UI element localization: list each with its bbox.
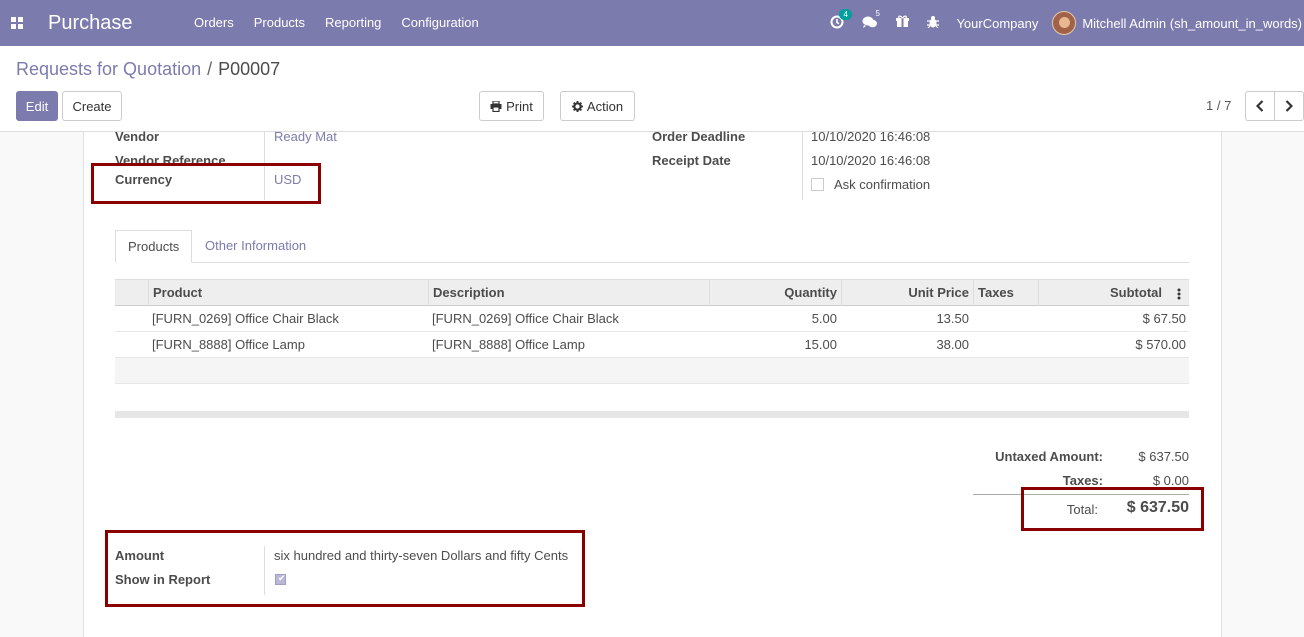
row-unit-price: 38.00 (936, 337, 969, 352)
field-divider (802, 132, 803, 200)
menu-reporting[interactable]: Reporting (315, 0, 391, 46)
taxes-label: Taxes: (1062, 473, 1103, 488)
gear-icon (571, 100, 583, 112)
row-subtotal: $ 67.50 (1142, 311, 1186, 326)
systray: 4 5 YourCompany Mitchell Admin (sh_amoun… (821, 0, 1304, 46)
apps-menu-icon[interactable] (0, 0, 34, 46)
order-deadline-label: Order Deadline (652, 129, 746, 144)
row-subtotal: $ 570.00 (1135, 337, 1186, 352)
row-quantity: 15.00 (804, 337, 837, 352)
debug-bug-icon[interactable] (927, 15, 940, 31)
ask-confirmation-checkbox[interactable] (811, 178, 824, 191)
table-row[interactable]: [FURN_8888] Office Lamp [FURN_8888] Offi… (115, 332, 1189, 358)
pager-previous-button[interactable] (1245, 91, 1275, 121)
message-count-badge: 5 (875, 8, 880, 18)
control-panel: Requests for Quotation / P00007 Edit Creat… (0, 46, 1304, 132)
tab-products[interactable]: Products (115, 230, 193, 263)
notebook-tabs: Products Other Information (115, 230, 1189, 263)
activity-count-badge: 4 (839, 8, 852, 20)
print-icon (490, 100, 502, 112)
breadcrumb: Requests for Quotation / P00007 (16, 59, 280, 80)
create-button[interactable]: Create (62, 91, 122, 121)
row-description: [FURN_0269] Office Chair Black (432, 311, 619, 326)
row-unit-price: 13.50 (936, 311, 969, 326)
pager-next-button[interactable] (1274, 91, 1304, 121)
action-button[interactable]: Action (560, 91, 635, 121)
action-label: Action (586, 98, 624, 114)
untaxed-amount-value: $ 637.50 (1138, 449, 1189, 464)
column-subtotal[interactable]: Subtotal (1038, 280, 1166, 306)
column-product[interactable]: Product (148, 280, 428, 306)
optional-columns-icon[interactable] (1177, 288, 1181, 303)
order-lines-table: Product Description Quantity Unit Price … (115, 279, 1189, 384)
table-footer (115, 411, 1189, 418)
ask-confirmation-label: Ask confirmation (834, 177, 931, 192)
menu-products[interactable]: Products (244, 0, 315, 46)
amount-highlight-box (105, 530, 585, 607)
avatar (1052, 11, 1077, 35)
activity-icon[interactable]: 4 (830, 8, 852, 32)
chevron-right-icon (1285, 100, 1293, 112)
print-button[interactable]: Print (479, 91, 544, 121)
main-menu: Orders Products Reporting Configuration (184, 0, 489, 46)
menu-orders[interactable]: Orders (184, 0, 244, 46)
receipt-date-label: Receipt Date (652, 153, 731, 168)
top-navbar: Purchase Orders Products Reporting Confi… (0, 0, 1304, 46)
column-description[interactable]: Description (428, 280, 709, 306)
gift-icon[interactable] (896, 15, 910, 31)
company-switcher[interactable]: YourCompany (956, 16, 1038, 31)
column-taxes[interactable]: Taxes (973, 280, 1038, 306)
messages-icon[interactable]: 5 (862, 9, 880, 32)
column-quantity[interactable]: Quantity (709, 280, 841, 306)
row-product: [FURN_0269] Office Chair Black (152, 311, 339, 326)
breadcrumb-separator: / (207, 59, 213, 79)
currency-highlight-box (91, 163, 321, 204)
untaxed-amount-label: Untaxed Amount: (995, 449, 1103, 464)
chevron-left-icon (1256, 100, 1264, 112)
table-header: Product Description Quantity Unit Price … (115, 279, 1189, 306)
user-menu[interactable]: Mitchell Admin (sh_amount_in_words) (1052, 11, 1302, 35)
app-title[interactable]: Purchase (48, 12, 184, 35)
user-name: Mitchell Admin (sh_amount_in_words) (1082, 15, 1302, 31)
pager-value[interactable]: 1 / 7 (1206, 98, 1231, 113)
row-description: [FURN_8888] Office Lamp (432, 337, 585, 352)
total-highlight-box (1021, 487, 1204, 531)
print-label: Print (506, 98, 533, 114)
table-row[interactable]: [FURN_0269] Office Chair Black [FURN_026… (115, 306, 1189, 332)
menu-configuration[interactable]: Configuration (391, 0, 488, 46)
edit-button[interactable]: Edit (16, 91, 58, 121)
row-quantity: 5.00 (811, 311, 837, 326)
taxes-value: $ 0.00 (1152, 473, 1189, 488)
row-product: [FURN_8888] Office Lamp (152, 337, 305, 352)
breadcrumb-current: P00007 (218, 59, 281, 79)
order-deadline-field[interactable]: 10/10/2020 16:46:08 (811, 129, 930, 144)
breadcrumb-parent[interactable]: Requests for Quotation (16, 59, 201, 79)
empty-row (115, 358, 1189, 384)
vendor-label: Vendor (115, 129, 160, 144)
tab-other-information[interactable]: Other Information (193, 230, 318, 263)
receipt-date-field[interactable]: 10/10/2020 16:46:08 (811, 153, 930, 168)
vendor-field[interactable]: Ready Mat (274, 129, 337, 144)
column-unit-price[interactable]: Unit Price (841, 280, 973, 306)
